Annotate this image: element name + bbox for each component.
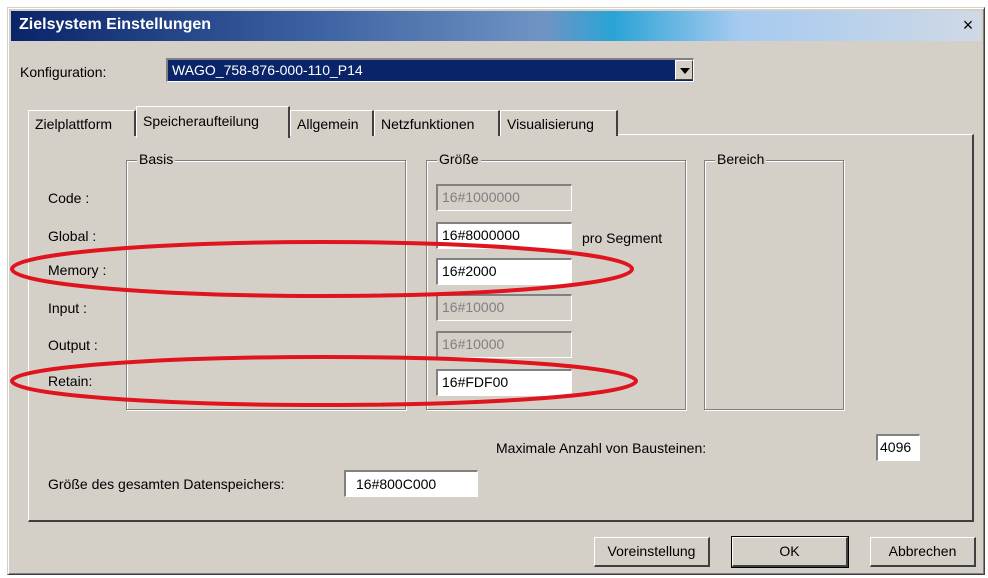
- memory-highlight-ellipse: [10, 240, 634, 298]
- retain-highlight-ellipse: [10, 355, 638, 407]
- annotation-overlay: [10, 240, 638, 407]
- tab-speicheraufteilung[interactable]: Speicheraufteilung: [136, 106, 290, 138]
